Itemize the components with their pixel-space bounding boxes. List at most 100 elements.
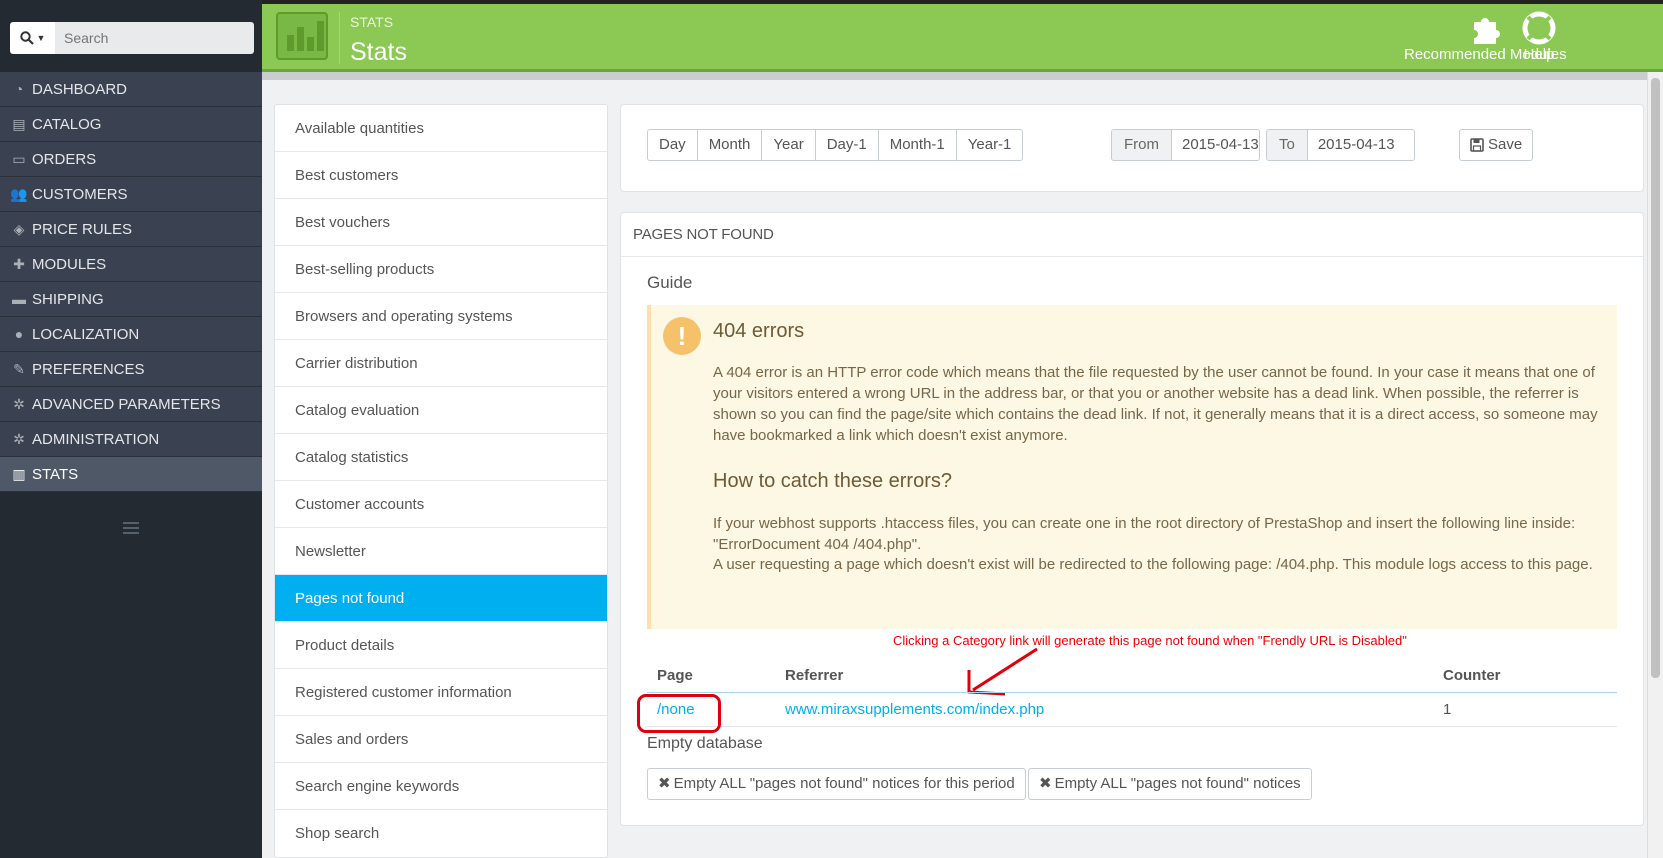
header-counter: Counter (1443, 667, 1501, 684)
list-item[interactable]: Pages not found (275, 575, 607, 622)
empty-period-label: Empty ALL "pages not found" notices for … (673, 775, 1015, 792)
preset-button-day-1[interactable]: Day-1 (815, 130, 879, 160)
to-date-input[interactable]: 2015-04-13 (1307, 130, 1414, 160)
sidebar-item-administration[interactable]: ✲ ADMINISTRATION (0, 422, 262, 457)
to-label: To (1267, 130, 1308, 160)
table-header: Page Referrer Counter (647, 659, 1617, 693)
list-item[interactable]: Available quantities (275, 105, 607, 152)
scrollbar[interactable] (1647, 72, 1663, 858)
collapse-menu-icon[interactable] (123, 522, 139, 536)
preset-button-year[interactable]: Year (762, 130, 816, 160)
from-date-input[interactable]: 2015-04-13 (1172, 130, 1259, 160)
list-item[interactable]: Customer accounts (275, 481, 607, 528)
book-icon: ▤ (12, 115, 26, 132)
stats-module-list: Available quantities Best customers Best v… (274, 104, 608, 858)
breadcrumb[interactable]: STATS (350, 14, 393, 30)
save-label: Save (1488, 136, 1523, 153)
sidebar-item-localization[interactable]: ● LOCALIZATION (0, 317, 262, 352)
list-item[interactable]: Registered customer information (275, 669, 607, 716)
guide-title: Guide (647, 273, 693, 292)
sidebar-item-label: PREFERENCES (32, 360, 145, 378)
sidebar-item-dashboard[interactable]: ◔ DASHBOARD (0, 72, 262, 107)
puzzle-icon (1474, 18, 1501, 44)
header-referrer: Referrer (785, 667, 844, 684)
empty-database-title: Empty database (647, 735, 763, 752)
from-date-group: From 2015-04-13 (1111, 129, 1260, 161)
from-label: From (1112, 130, 1172, 160)
wrench-icon: ✎ (13, 360, 25, 377)
header-divider (339, 12, 340, 64)
catch-title: How to catch these errors? (713, 470, 952, 492)
list-item[interactable]: Best-selling products (275, 246, 607, 293)
preset-button-day[interactable]: Day (648, 130, 698, 160)
lifebuoy-icon (1522, 11, 1556, 45)
bar-chart-icon: ▥ (12, 465, 26, 482)
warning-icon: ! (663, 317, 701, 355)
referrer-link[interactable]: www.miraxsupplements.com/index.php (785, 701, 1443, 718)
empty-all-label: Empty ALL "pages not found" notices (1054, 775, 1301, 792)
sidebar-item-label: ADMINISTRATION (32, 430, 160, 448)
list-item[interactable]: Sales and orders (275, 716, 607, 763)
tags-icon: ◈ (13, 220, 25, 237)
globe-icon: ● (14, 326, 24, 342)
truck-icon: ▬ (12, 291, 26, 307)
list-item[interactable]: Search engine keywords (275, 763, 607, 810)
list-item[interactable]: Best customers (275, 152, 607, 199)
preset-button-month-1[interactable]: Month-1 (878, 130, 957, 160)
sidebar-item-price-rules[interactable]: ◈ PRICE RULES (0, 212, 262, 247)
counter-value: 1 (1443, 701, 1452, 718)
list-item[interactable]: Newsletter (275, 528, 607, 575)
puzzle-icon: ✚ (13, 255, 25, 272)
list-item[interactable]: Shop search (275, 810, 607, 857)
sidebar-item-preferences[interactable]: ✎ PREFERENCES (0, 352, 262, 387)
scrollbar-thumb[interactable] (1651, 78, 1660, 678)
cog-icon: ✲ (13, 430, 25, 447)
page-title: Stats (350, 38, 407, 66)
help-button[interactable]: Help (1522, 10, 1556, 63)
save-button[interactable]: Save (1459, 129, 1534, 161)
sidebar-item-customers[interactable]: 👥 CUSTOMERS (0, 177, 262, 212)
list-item[interactable]: Browsers and operating systems (275, 293, 607, 340)
list-item[interactable]: Product details (275, 622, 607, 669)
header-shadow-band (262, 72, 1647, 80)
sidebar-item-label: PRICE RULES (32, 220, 133, 238)
cogs-icon: ✲ (13, 395, 25, 412)
guide-alert: ! 404 errors A 404 error is an HTTP erro… (647, 305, 1617, 629)
sidebar-item-label: CATALOG (32, 115, 102, 133)
date-filter-panel: Day Month Year Day-1 Month-1 Year-1 From 2015… (620, 104, 1644, 192)
sidebar-item-label: LOCALIZATION (32, 325, 140, 343)
sidebar-item-orders[interactable]: ▭ ORDERS (0, 142, 262, 177)
main-nav: ◔ DASHBOARD ▤ CATALOG ▭ ORDERS 👥 CUSTOMERS ◈ PRIC… (0, 72, 262, 492)
sidebar-item-shipping[interactable]: ▬ SHIPPING (0, 282, 262, 317)
search-input[interactable] (55, 22, 254, 54)
sidebar-item-label: ADVANCED PARAMETERS (32, 395, 221, 413)
credit-card-icon: ▭ (12, 150, 26, 167)
empty-all-button[interactable]: ✖ Empty ALL "pages not found" notices (1028, 768, 1312, 800)
list-item[interactable]: Catalog evaluation (275, 387, 607, 434)
alert-title: 404 errors (713, 320, 805, 342)
sidebar-item-label: MODULES (32, 255, 107, 273)
close-icon: ✖ (658, 775, 671, 792)
empty-period-button[interactable]: ✖ Empty ALL "pages not found" notices for… (647, 768, 1026, 800)
panel-heading: PAGES NOT FOUND (621, 213, 1643, 257)
sidebar-item-label: STATS (32, 465, 79, 483)
chevron-down-icon: ▼ (36, 33, 46, 43)
stats-logo-icon (276, 12, 328, 60)
preset-button-month[interactable]: Month (697, 130, 763, 160)
list-item[interactable]: Best vouchers (275, 199, 607, 246)
sidebar-item-stats[interactable]: ▥ STATS (0, 457, 262, 492)
floppy-disk-icon (1470, 138, 1484, 152)
sidebar: ▼ ◔DASHBOARD ▤ CATALOG ▭ORDERS👥CUSTOMERS ◈ PR… (0, 0, 262, 858)
preset-button-year-1[interactable]: Year-1 (956, 130, 1023, 160)
search-type-dropdown[interactable]: ▼ (10, 22, 55, 54)
list-item[interactable]: Carrier distribution (275, 340, 607, 387)
users-icon: 👥 (10, 185, 28, 202)
page-header: STATS Stats Recommended Modules Help (262, 4, 1663, 72)
sidebar-item-advanced-parameters[interactable]: ✲ ADVANCED PARAMETERS (0, 387, 262, 422)
list-item[interactable]: Catalog statistics (275, 434, 607, 481)
sidebar-item-catalog[interactable]: ▤ CATALOG (0, 107, 262, 142)
to-date-group: To 2015-04-13 (1266, 129, 1415, 161)
pages-not-found-table: Page Referrer Counter /none www.miraxsup… (647, 659, 1617, 727)
search-bar: ▼ (10, 22, 254, 54)
sidebar-item-modules[interactable]: ✚ MODULES (0, 247, 262, 282)
